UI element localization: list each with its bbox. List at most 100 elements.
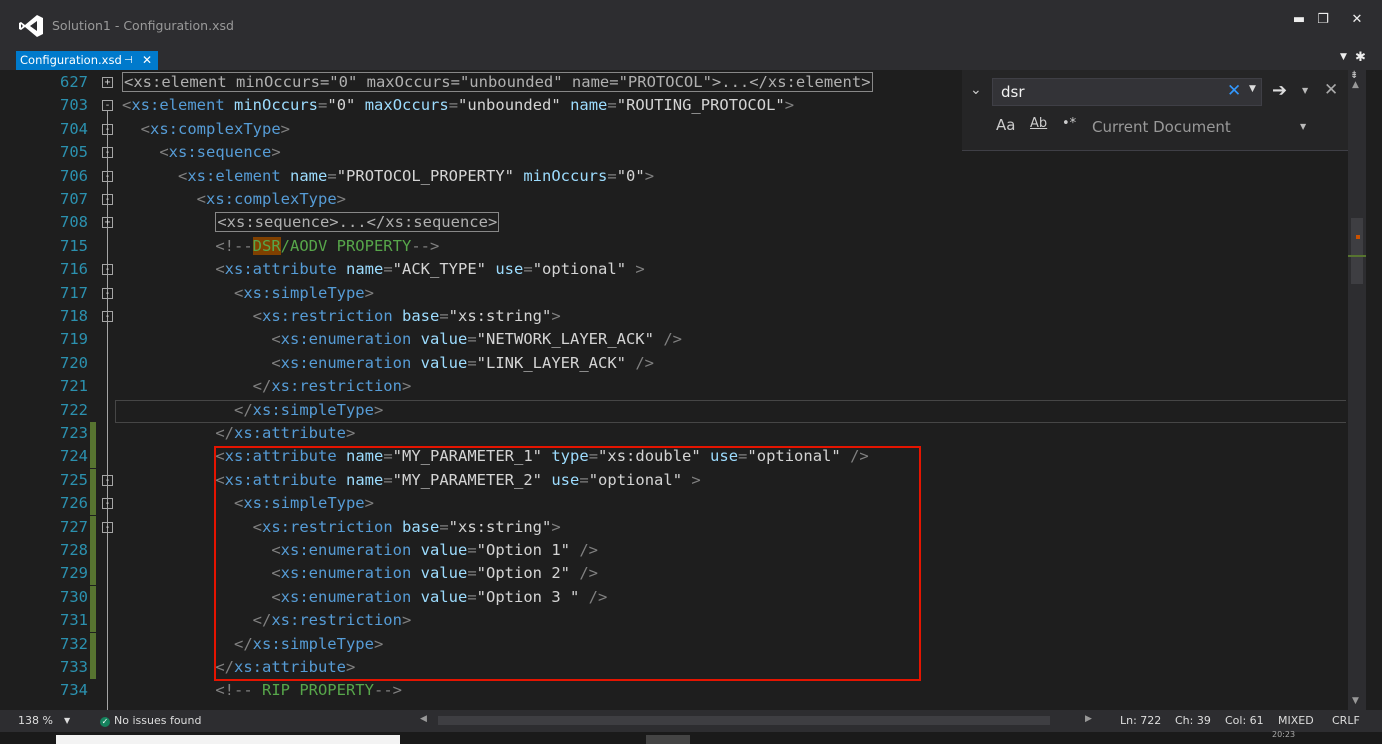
minimize-button[interactable]: ▬	[1286, 12, 1312, 27]
code-token: value	[411, 564, 468, 583]
code-token: =	[448, 96, 459, 115]
taskbar-window[interactable]	[56, 735, 400, 744]
code-token: "	[542, 517, 552, 536]
scroll-left-icon[interactable]: ◀	[420, 714, 427, 724]
code-line[interactable]: 727- <xs:restriction base="xs:string">	[16, 515, 1346, 539]
code-token: >	[373, 400, 384, 419]
code-line[interactable]: 724 <xs:attribute name="MY_PARAMETER_1" …	[16, 445, 1346, 469]
close-window-button[interactable]: ✕	[1344, 12, 1370, 27]
restore-button[interactable]: ❐	[1310, 12, 1336, 27]
collapse-icon[interactable]: -	[102, 498, 113, 510]
collapse-icon[interactable]: -	[102, 170, 113, 182]
zoom-level[interactable]: 138 %	[18, 714, 53, 727]
code-token: Option 3	[486, 587, 570, 606]
code-text: <xs:complexType>	[122, 118, 290, 141]
scroll-down-icon[interactable]: ▼	[1352, 696, 1359, 706]
match-case-toggle[interactable]: Aa	[996, 116, 1015, 134]
code-line[interactable]: 729 <xs:enumeration value="Option 2" />	[16, 562, 1346, 586]
horizontal-scrollbar[interactable]: ◀ ▶	[420, 714, 1092, 728]
close-tab-icon[interactable]: ✕	[142, 51, 152, 70]
code-line[interactable]: 716- <xs:attribute name="ACK_TYPE" use="…	[16, 258, 1346, 281]
code-line[interactable]: 726 - <xs:simpleType>	[16, 492, 1346, 516]
code-line[interactable]: 708 + <xs:sequence>...</xs:sequence>	[16, 211, 1346, 234]
code-line[interactable]: 719 <xs:enumeration value="NETWORK_LAYER…	[16, 328, 1346, 351]
document-tab-row: Configuration.xsd ⊣ ✕ ▼ ✱	[0, 50, 1382, 70]
tab-list-dropdown-icon[interactable]: ▼	[1340, 52, 1347, 62]
code-line[interactable]: 723 </xs:attribute>	[16, 422, 1346, 445]
search-scope-select[interactable]: Current Document	[1092, 118, 1231, 136]
vertical-scrollbar[interactable]: ⇟ ▲ ▼	[1348, 70, 1366, 710]
close-find-icon[interactable]: ✕	[1324, 80, 1338, 100]
code-line[interactable]: 720 <xs:enumeration value="LINK_LAYER_AC…	[16, 352, 1346, 375]
code-token: xs:simpleType	[243, 283, 365, 302]
issues-indicator[interactable]: ✓ No issues found	[100, 714, 201, 727]
code-token: >	[682, 470, 701, 489]
horizontal-scrollbar-thumb[interactable]	[438, 716, 1050, 725]
search-history-dropdown-icon[interactable]: ▼	[1249, 84, 1256, 94]
code-editor[interactable]: 627 + <xs:element minOccurs="0" maxOccurs=…	[16, 70, 1346, 710]
code-token: xs:enumeration	[280, 541, 412, 559]
find-next-icon[interactable]: ➔	[1272, 80, 1287, 101]
code-line[interactable]: 718- <xs:restriction base="xs:string">	[16, 305, 1346, 328]
collapse-icon[interactable]: -	[102, 194, 113, 205]
collapse-icon[interactable]: -	[102, 264, 113, 276]
code-token: value	[411, 330, 468, 349]
collapse-icon[interactable]: -	[102, 147, 113, 159]
code-line[interactable]: 732 </xs:simpleType>	[16, 632, 1346, 656]
change-bar	[90, 492, 96, 516]
code-line[interactable]: 706- <xs:element name="PROTOCOL_PROPERTY…	[16, 165, 1346, 188]
find-next-dropdown-icon[interactable]: ▼	[1302, 86, 1308, 95]
code-line[interactable]: 721 </xs:restriction>	[16, 375, 1346, 398]
code-text: <xs:simpleType>	[122, 282, 374, 305]
column-number: Col: 61	[1225, 714, 1264, 727]
code-line[interactable]: 728 <xs:enumeration value="Option 1" />	[16, 539, 1346, 562]
code-text: <xs:element minOccurs="0" maxOccurs="unb…	[122, 71, 873, 94]
code-token: >	[551, 517, 561, 536]
collapse-icon[interactable]: -	[102, 311, 113, 322]
scrollbar-thumb[interactable]	[1351, 218, 1363, 284]
expand-icon[interactable]: +	[102, 77, 113, 88]
line-endings-mixed[interactable]: MIXED	[1278, 714, 1314, 727]
code-token: "	[476, 587, 486, 606]
match-whole-word-toggle[interactable]: Ab	[1030, 116, 1047, 131]
gear-icon[interactable]: ✱	[1355, 50, 1366, 65]
code-token: NETWORK_LAYER_ACK	[486, 330, 645, 349]
code-line[interactable]: 731 </xs:restriction>	[16, 609, 1346, 633]
clock: 20:23	[1272, 730, 1296, 739]
code-token: <!--	[215, 681, 253, 700]
scope-dropdown-icon[interactable]: ▼	[1300, 122, 1306, 131]
scroll-up-icon[interactable]: ▲	[1352, 80, 1359, 90]
collapse-icon[interactable]: -	[102, 521, 113, 533]
expand-icon[interactable]: +	[102, 217, 113, 229]
code-line[interactable]: 722 </xs:simpleType>	[16, 399, 1346, 422]
pin-icon[interactable]: ⊣	[124, 51, 133, 70]
collapsed-region[interactable]: <xs:element minOccurs="0" maxOccurs="unb…	[122, 72, 873, 92]
code-token: =	[383, 447, 393, 466]
scroll-right-icon[interactable]: ▶	[1085, 714, 1092, 724]
taskbar-item[interactable]	[646, 735, 690, 744]
regex-toggle[interactable]: •*	[1062, 116, 1076, 131]
code-line[interactable]: 730 <xs:enumeration value="Option 3 " />	[16, 585, 1346, 609]
code-token: >	[280, 119, 291, 138]
collapse-icon[interactable]: -	[102, 287, 113, 299]
code-line[interactable]: 707 - <xs:complexType>	[16, 188, 1346, 211]
toggle-replace-icon[interactable]: ⌄	[970, 82, 982, 98]
code-token: =	[523, 260, 533, 279]
collapse-icon[interactable]: -	[102, 474, 113, 486]
code-line[interactable]: 715 <!--DSR/AODV PROPERTY-->	[16, 235, 1346, 258]
clear-search-icon[interactable]: ✕	[1227, 81, 1241, 101]
code-token: unbounded	[467, 96, 552, 115]
code-line[interactable]: 734 <!-- RIP PROPERTY-->	[16, 679, 1346, 702]
find-input[interactable]: dsr ✕ ▼	[992, 78, 1262, 106]
code-line[interactable]: 725- <xs:attribute name="MY_PARAMETER_2"…	[16, 468, 1346, 492]
code-line[interactable]: 717 - <xs:simpleType>	[16, 282, 1346, 305]
code-line[interactable]: 733 </xs:attribute>	[16, 656, 1346, 679]
line-endings-crlf[interactable]: CRLF	[1332, 714, 1360, 727]
collapse-icon[interactable]: -	[102, 123, 113, 135]
zoom-dropdown-icon[interactable]: ▼	[64, 716, 70, 725]
code-token: optional	[598, 470, 673, 489]
collapse-icon[interactable]: -	[102, 100, 113, 112]
collapsed-region[interactable]: <xs:sequence>...</xs:sequence>	[215, 212, 500, 233]
tab-configuration-xsd[interactable]: Configuration.xsd ⊣ ✕	[16, 51, 158, 70]
